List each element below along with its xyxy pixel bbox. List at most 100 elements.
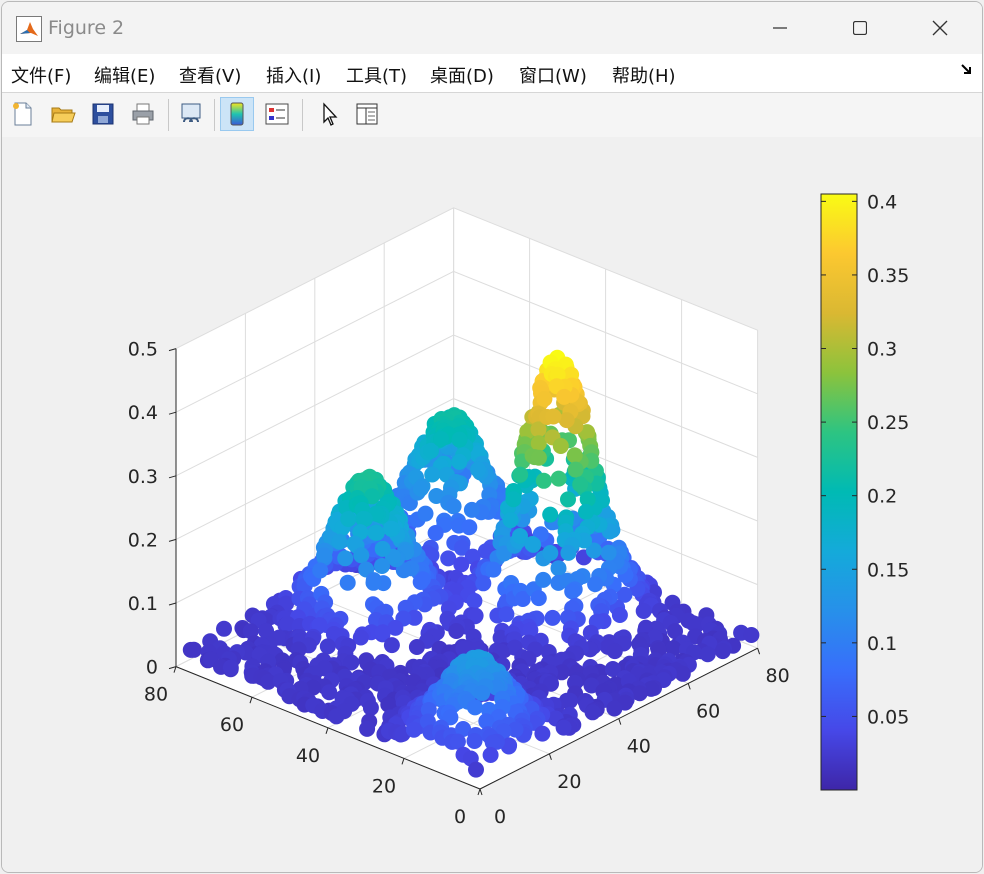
- data-point: [512, 466, 529, 483]
- x-tick: [618, 718, 622, 725]
- panel-icon: [356, 103, 378, 125]
- z-tick: [168, 538, 177, 542]
- data-point: [505, 491, 522, 508]
- colorbar-tick-label: 0.05: [867, 706, 909, 728]
- data-point: [606, 700, 623, 717]
- print-figure-button[interactable]: [126, 97, 160, 131]
- data-point: [466, 733, 483, 749]
- data-point: [185, 641, 202, 658]
- colorbar-tick-label: 0.35: [867, 265, 909, 287]
- scatter3-chart[interactable]: 02040608002040608000.10.20.30.40.5 0.050…: [2, 137, 982, 872]
- x-tick: [687, 683, 691, 690]
- data-point: [374, 558, 390, 574]
- x-tick: [757, 648, 761, 655]
- data-point: [451, 453, 468, 470]
- data-point: [405, 721, 422, 738]
- y-tick: [477, 788, 481, 796]
- y-tick: [325, 727, 329, 734]
- data-point: [470, 461, 487, 478]
- data-point: [475, 575, 492, 592]
- menu-insert[interactable]: 插入(I): [266, 62, 321, 88]
- data-point: [550, 470, 567, 487]
- data-point: [560, 544, 577, 561]
- save-figure-button[interactable]: [86, 97, 120, 131]
- menu-window[interactable]: 窗口(W): [519, 62, 587, 88]
- window-title: Figure 2: [48, 17, 125, 39]
- data-point: [635, 603, 652, 619]
- data-point: [542, 506, 559, 523]
- open-file-button[interactable]: [46, 97, 80, 131]
- data-point: [534, 725, 551, 742]
- z-tick-label: 0.5: [128, 339, 158, 361]
- data-point: [468, 761, 484, 778]
- z-tick: [168, 348, 177, 352]
- data-point: [408, 639, 425, 655]
- x-tick: [548, 753, 552, 760]
- data-point: [743, 627, 760, 643]
- data-point: [316, 547, 333, 564]
- colorbar-tick-label: 0.2: [867, 486, 897, 508]
- y-tick: [401, 758, 405, 765]
- z-tick-label: 0.3: [128, 466, 158, 488]
- toolbar-separator: [214, 99, 215, 131]
- edit-plot-button[interactable]: [312, 97, 346, 131]
- x-tick-label: 40: [627, 736, 651, 758]
- menu-tools[interactable]: 工具(T): [346, 62, 407, 88]
- close-button[interactable]: [902, 2, 978, 54]
- menu-view[interactable]: 查看(V): [179, 62, 241, 88]
- y-tick-label: 40: [296, 745, 320, 767]
- dock-arrow-icon[interactable]: [960, 62, 974, 76]
- menu-help[interactable]: 帮助(H): [612, 62, 676, 88]
- data-point: [485, 561, 502, 578]
- data-point: [572, 476, 589, 493]
- x-tick-label: 60: [696, 700, 720, 722]
- z-tick-label: 0.2: [128, 529, 158, 551]
- z-tick: [168, 475, 177, 479]
- colorbar: 0.05 0.1 0.15 0.2 0.25 0.3 0.35 0.4: [820, 191, 909, 791]
- data-point: [412, 480, 429, 497]
- data-point: [544, 609, 561, 626]
- data-point: [530, 590, 547, 607]
- insert-colorbar-button[interactable]: [220, 97, 254, 131]
- link-plot-button[interactable]: [174, 97, 208, 131]
- colorbar-tick-label: 0.15: [867, 559, 909, 581]
- data-point: [461, 519, 478, 536]
- data-point: [359, 720, 376, 737]
- minimize-button[interactable]: [742, 2, 818, 54]
- data-point: [555, 719, 572, 736]
- new-figure-button[interactable]: [6, 97, 40, 131]
- colorbar-tick-label: 0.25: [867, 412, 909, 434]
- data-point: [328, 708, 345, 725]
- menu-edit[interactable]: 编辑(E): [94, 62, 155, 88]
- menu-file[interactable]: 文件(F): [11, 62, 71, 88]
- z-tick: [168, 602, 177, 606]
- data-point: [417, 505, 434, 522]
- data-point: [560, 491, 576, 508]
- plot-area: 0 20 40 60 80 0 20 40 60 80 0 0.1 0.2 0.3 0.4 0.5 0.05 0…: [2, 137, 982, 872]
- data-point: [530, 435, 547, 452]
- menu-desktop[interactable]: 桌面(D): [430, 62, 494, 88]
- figure-toolbar: [2, 92, 982, 138]
- title-bar[interactable]: Figure 2: [2, 2, 982, 54]
- data-point: [339, 574, 356, 591]
- maximize-button[interactable]: [822, 2, 898, 54]
- colorbar-gradient: [820, 193, 858, 791]
- insert-legend-button[interactable]: [260, 97, 294, 131]
- z-tick-label: 0: [146, 657, 158, 679]
- matlab-icon: [16, 16, 42, 42]
- data-point: [536, 390, 553, 407]
- data-point: [463, 501, 480, 518]
- data-point: [564, 583, 581, 600]
- data-point: [566, 447, 583, 464]
- data-point: [448, 623, 465, 639]
- menu-bar: 文件(F) 编辑(E) 查看(V) 插入(I) 工具(T) 桌面(D) 窗口(W…: [2, 54, 982, 92]
- data-point: [584, 704, 601, 721]
- property-inspector-button[interactable]: [350, 97, 384, 131]
- y-tick-label: 80: [144, 684, 168, 706]
- data-point: [542, 545, 559, 561]
- data-point: [530, 449, 547, 466]
- colorbar-tick-label: 0.4: [867, 191, 897, 213]
- colorbar-tick-label: 0.1: [867, 633, 897, 655]
- save-icon: [92, 103, 114, 125]
- close-icon: [932, 20, 948, 36]
